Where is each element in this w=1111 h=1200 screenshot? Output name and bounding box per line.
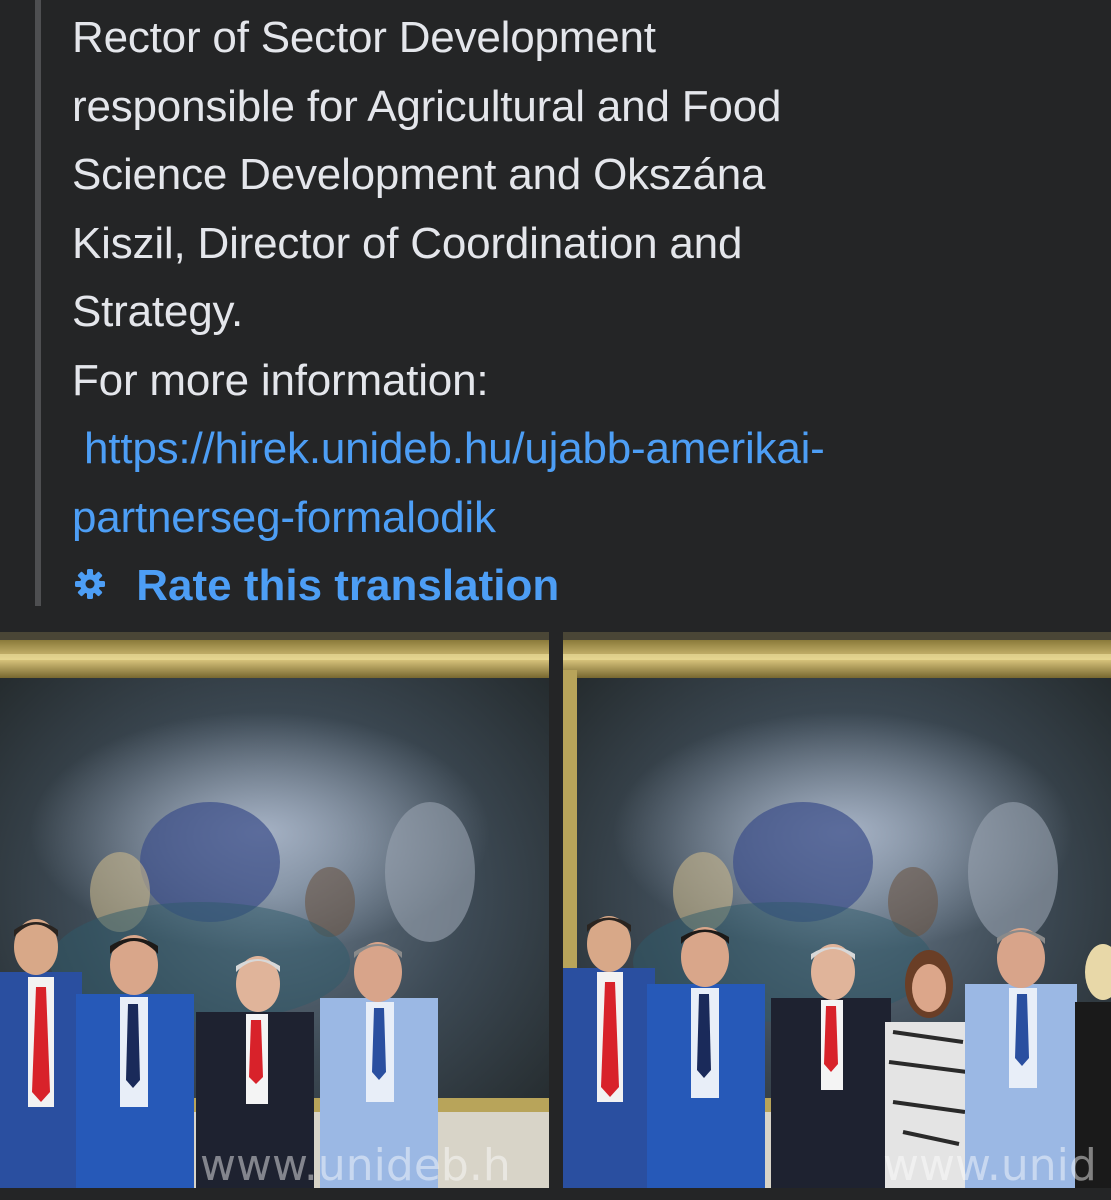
info-link-part-2[interactable]: partnerseg-formalodik — [72, 493, 496, 542]
info-link-continued[interactable]: partnerseg-formalodik — [72, 484, 1092, 553]
post-text-line: Strategy. — [72, 287, 244, 336]
post-text-line: Kiszil, Director of Coordination and — [72, 218, 743, 268]
post-text: Rector of Sector Development responsible… — [72, 4, 1092, 621]
post-text-line: Science Development and Okszána — [72, 150, 766, 199]
post-text-line: Rector of Sector Development — [72, 13, 656, 62]
info-link-part-1[interactable]: https://hirek.unideb.hu/ujabb-amerikai- — [72, 424, 825, 473]
gear-icon — [74, 568, 106, 600]
rate-translation-label[interactable]: Rate this translation — [136, 561, 559, 610]
info-link[interactable]: https://hirek.unideb.hu/ujabb-amerikai- — [72, 415, 1092, 484]
rate-translation-button[interactable]: Rate this translation — [72, 552, 1092, 621]
quote-bar — [35, 0, 41, 606]
watermark-1: www.unideb.h — [200, 1140, 511, 1188]
post-photo-1[interactable]: www.unideb.h — [0, 632, 549, 1188]
post-text-line: For more information: — [72, 355, 489, 405]
watermark-2: www.unid — [883, 1140, 1097, 1188]
post-card: Rector of Sector Development responsible… — [0, 0, 1111, 1200]
post-text-line: responsible for Agricultural and Food — [72, 81, 782, 131]
post-photo-2[interactable]: www.unid — [563, 632, 1111, 1188]
